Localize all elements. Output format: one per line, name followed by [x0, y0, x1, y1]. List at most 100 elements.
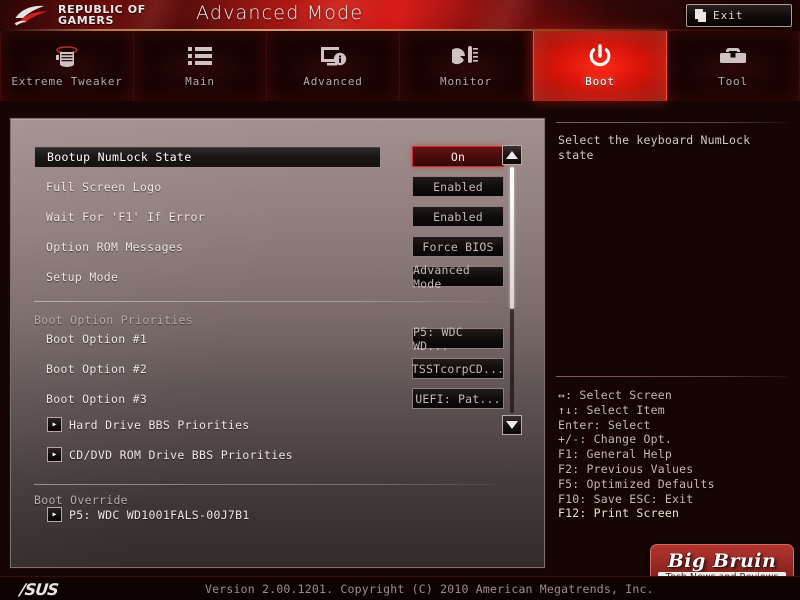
triangle-up-icon	[506, 151, 518, 159]
setting-row-option-rom-messages[interactable]: Option ROM Messages Force BIOS	[34, 236, 504, 258]
setting-label: Full Screen Logo	[46, 180, 162, 194]
scrollbar-thumb[interactable]	[510, 167, 514, 309]
setting-row-wait-for-f1-if-error[interactable]: Wait For 'F1' If Error Enabled	[34, 206, 504, 228]
tab-tool[interactable]: Tool	[667, 31, 800, 101]
setting-value-option-rom-messages[interactable]: Force BIOS	[412, 236, 504, 257]
scrollbar-up-button[interactable]	[502, 145, 522, 165]
toolbox-icon	[719, 44, 747, 68]
setting-value-wait-for-f1-if-error[interactable]: Enabled	[412, 206, 504, 227]
setting-label-box: Option ROM Messages	[34, 236, 381, 258]
legend-item-print-screen: F12: Print Screen	[558, 506, 680, 521]
submenu-cddvd-rom-drive-bbs-priorities[interactable]: ▸ CD/DVD ROM Drive BBS Priorities	[47, 447, 293, 462]
chevron-right-icon: ▸	[47, 417, 62, 432]
setting-value-setup-mode[interactable]: Advanced Mode	[412, 263, 504, 291]
setting-label: Bootup NumLock State	[47, 150, 192, 164]
keyboard-legend: ↔: Select Screen ↑↓: Select Item Enter: …	[558, 388, 788, 521]
legend-item-select-item: ↑↓: Select Item	[558, 402, 665, 417]
exit-button[interactable]: Exit	[686, 4, 792, 27]
settings-list: Bootup NumLock State On Full Screen Logo…	[11, 119, 507, 567]
help-panel: Select the keyboard NumLock state ↔: Sel…	[548, 118, 792, 566]
boot-override-item-p5-wdc[interactable]: ▸ P5: WDC WD1001FALS-00J7B1	[47, 507, 250, 522]
rog-brand-text: REPUBLIC OF GAMERS	[58, 3, 146, 27]
setting-value-boot-option-3[interactable]: UEFI: Pat...	[412, 388, 504, 409]
setting-label: Boot Option #1	[46, 332, 148, 346]
tab-extreme-tweaker[interactable]: Extreme Tweaker	[0, 31, 134, 101]
power-icon	[588, 44, 612, 68]
section-heading-boot-option-priorities: Boot Option Priorities	[34, 313, 193, 327]
divider-boot-override	[34, 484, 494, 485]
tab-bar: Extreme Tweaker Main Advanced Monitor Bo…	[0, 31, 800, 101]
footer-bar: /SUS Version 2.00.1201. Copyright (C) 20…	[0, 576, 800, 600]
legend-item-change-opt: +/-: Change Opt.	[558, 432, 672, 447]
settings-scrollbar[interactable]	[500, 145, 524, 435]
legend-item-select-screen: ↔: Select Screen	[558, 388, 672, 402]
overclock-cylinder-icon	[54, 44, 80, 68]
rog-brand-line2: GAMERS	[58, 14, 114, 27]
legend-item-save-exit: F10: Save ESC: Exit	[558, 491, 694, 506]
header-banner: REPUBLIC OF GAMERS Advanced Mode Exit	[0, 0, 800, 31]
setting-label: Boot Option #3	[46, 392, 148, 406]
legend-item-previous-values: F2: Previous Values	[558, 461, 694, 476]
tab-boot[interactable]: Boot	[533, 31, 667, 101]
boot-override-label: P5: WDC WD1001FALS-00J7B1	[69, 507, 250, 522]
setting-label: Boot Option #2	[46, 362, 148, 376]
setting-value-bootup-numlock-state[interactable]: On	[412, 146, 504, 167]
tab-label: Advanced	[303, 75, 363, 88]
legend-item-optimized-defaults: F5: Optimized Defaults	[558, 476, 715, 491]
setting-row-full-screen-logo[interactable]: Full Screen Logo Enabled	[34, 176, 504, 198]
setting-value-boot-option-1[interactable]: P5: WDC WD...	[412, 325, 504, 353]
submenu-hard-drive-bbs-priorities[interactable]: ▸ Hard Drive BBS Priorities	[47, 417, 250, 432]
setting-row-boot-option-2[interactable]: Boot Option #2 TSSTcorpCD...	[34, 358, 504, 380]
setting-label-box: Boot Option #1	[34, 328, 381, 350]
setting-label: Option ROM Messages	[46, 240, 184, 254]
setting-label-box: Full Screen Logo	[34, 176, 381, 198]
monitor-info-icon	[319, 44, 347, 68]
legend-item-general-help: F1: General Help	[558, 447, 672, 462]
exit-door-icon	[695, 9, 706, 22]
rog-eye-logo-icon	[14, 5, 47, 26]
submenu-label: Hard Drive BBS Priorities	[69, 417, 250, 432]
tab-label: Monitor	[440, 75, 492, 88]
tab-main[interactable]: Main	[134, 31, 267, 101]
tab-label: Extreme Tweaker	[11, 75, 123, 88]
setting-label: Wait For 'F1' If Error	[46, 210, 205, 224]
tab-advanced[interactable]: Advanced	[267, 31, 400, 101]
help-description: Select the keyboard NumLock state	[558, 133, 751, 162]
setting-label: Setup Mode	[46, 270, 119, 284]
submenu-label: CD/DVD ROM Drive BBS Priorities	[69, 447, 293, 462]
setting-row-boot-option-3[interactable]: Boot Option #3 UEFI: Pat...	[34, 388, 504, 410]
tab-label: Boot	[585, 75, 615, 88]
section-heading-boot-override: Boot Override	[34, 493, 128, 507]
setting-label-box: Boot Option #2	[34, 358, 381, 380]
setting-value-boot-option-2[interactable]: TSSTcorpCD...	[412, 358, 504, 379]
scrollbar-down-button[interactable]	[502, 415, 522, 435]
footer-version-text: Version 2.00.1201. Copyright (C) 2010 Am…	[205, 582, 654, 596]
divider-boot-priorities	[34, 301, 494, 302]
setting-row-setup-mode[interactable]: Setup Mode Advanced Mode	[34, 263, 504, 291]
setting-label-box: Wait For 'F1' If Error	[34, 206, 381, 228]
chevron-right-icon: ▸	[47, 447, 62, 462]
watermark-title: Big Bruin	[667, 549, 777, 572]
help-divider	[556, 122, 788, 123]
legend-divider	[556, 376, 788, 377]
thermometer-gauge-icon	[452, 44, 480, 68]
chevron-right-icon: ▸	[47, 507, 62, 522]
exit-button-label: Exit	[713, 9, 744, 22]
list-icon	[187, 44, 213, 68]
bios-screen: REPUBLIC OF GAMERS Advanced Mode Exit Ex…	[0, 0, 800, 600]
triangle-down-icon	[506, 421, 518, 429]
rog-logo: REPUBLIC OF GAMERS	[14, 3, 146, 27]
setting-label-box: Bootup NumLock State	[34, 146, 381, 168]
asus-logo: /SUS	[19, 580, 59, 599]
legend-item-enter-select: Enter: Select	[558, 417, 651, 432]
setting-label-box: Setup Mode	[34, 266, 381, 288]
setting-row-boot-option-1[interactable]: Boot Option #1 P5: WDC WD...	[34, 325, 504, 353]
setting-value-full-screen-logo[interactable]: Enabled	[412, 176, 504, 197]
tab-label: Main	[185, 75, 215, 88]
tab-label: Tool	[718, 75, 748, 88]
settings-panel: Bootup NumLock State On Full Screen Logo…	[10, 118, 545, 568]
page-title: Advanced Mode	[196, 2, 364, 24]
setting-label-box: Boot Option #3	[34, 388, 381, 410]
setting-row-bootup-numlock-state[interactable]: Bootup NumLock State On	[34, 146, 504, 168]
tab-monitor[interactable]: Monitor	[400, 31, 533, 101]
